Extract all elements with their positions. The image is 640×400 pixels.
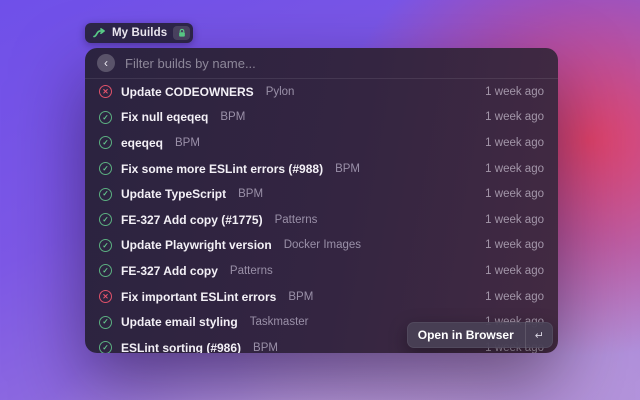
build-passed-icon: ✓ [99,213,112,226]
enter-key-icon: ↵ [525,322,553,348]
build-row[interactable]: ✓ Fix some more ESLint errors (#988) BPM… [85,156,558,182]
desktop-background: My Builds ‹ ✕ Update CODEOWNERS Pylon 1 … [0,0,640,400]
build-failed-icon: ✕ [99,290,112,303]
open-in-browser-button[interactable]: Open in Browser ↵ [407,322,553,348]
build-title: Fix null eqeqeq [121,110,208,124]
build-passed-icon: ✓ [99,188,112,201]
lock-badge [173,26,190,40]
build-time: 1 week ago [485,137,544,149]
build-title: Update CODEOWNERS [121,85,254,99]
build-title: eqeqeq [121,136,163,150]
build-title: Update TypeScript [121,187,226,201]
build-time: 1 week ago [485,163,544,175]
build-time: 1 week ago [485,188,544,200]
build-project: BPM [253,342,278,353]
build-title: Fix important ESLint errors [121,290,276,304]
builds-list: ✕ Update CODEOWNERS Pylon 1 week ago ✓ F… [85,79,558,353]
build-time: 1 week ago [485,111,544,123]
build-project: BPM [335,163,360,175]
search-bar: ‹ [85,48,558,79]
build-row[interactable]: ✓ FE-327 Add copy Patterns 1 week ago [85,258,558,284]
my-builds-menubar-chip[interactable]: My Builds [85,23,193,43]
build-row[interactable]: ✓ Fix null eqeqeq BPM 1 week ago [85,105,558,131]
build-title: Fix some more ESLint errors (#988) [121,162,323,176]
build-row[interactable]: ✕ Update CODEOWNERS Pylon 1 week ago [85,79,558,105]
pipeline-icon [93,28,106,39]
build-time: 1 week ago [485,239,544,251]
build-row[interactable]: ✕ Fix important ESLint errors BPM 1 week… [85,284,558,310]
build-project: BPM [288,291,313,303]
build-title: FE-327 Add copy [121,264,218,278]
build-project: Patterns [230,265,273,277]
build-project: BPM [175,137,200,149]
build-project: Taskmaster [250,316,309,328]
build-title: FE-327 Add copy (#1775) [121,213,263,227]
build-row[interactable]: ✓ Update TypeScript BPM 1 week ago [85,181,558,207]
search-input[interactable] [125,56,546,71]
build-passed-icon: ✓ [99,264,112,277]
build-row[interactable]: ✓ FE-327 Add copy (#1775) Patterns 1 wee… [85,207,558,233]
build-title: Update email styling [121,315,238,329]
build-time: 1 week ago [485,86,544,98]
build-row[interactable]: ✓ eqeqeq BPM 1 week ago [85,130,558,156]
build-title: Update Playwright version [121,238,272,252]
chevron-left-icon: ‹ [104,57,108,69]
build-passed-icon: ✓ [99,111,112,124]
build-time: 1 week ago [485,214,544,226]
build-failed-icon: ✕ [99,85,112,98]
my-builds-window: ‹ ✕ Update CODEOWNERS Pylon 1 week ago ✓… [85,48,558,353]
open-in-browser-label: Open in Browser [407,322,525,348]
chip-label: My Builds [112,27,167,39]
build-passed-icon: ✓ [99,239,112,252]
build-title: ESLint sorting (#986) [121,341,241,353]
build-project: BPM [220,111,245,123]
build-passed-icon: ✓ [99,341,112,353]
build-time: 1 week ago [485,291,544,303]
build-passed-icon: ✓ [99,316,112,329]
build-passed-icon: ✓ [99,136,112,149]
back-button[interactable]: ‹ [97,54,115,72]
build-project: BPM [238,188,263,200]
build-time: 1 week ago [485,265,544,277]
build-project: Docker Images [284,239,361,251]
build-project: Patterns [275,214,318,226]
build-row[interactable]: ✓ Update Playwright version Docker Image… [85,233,558,259]
build-passed-icon: ✓ [99,162,112,175]
build-project: Pylon [266,86,295,98]
lock-icon [177,28,187,38]
